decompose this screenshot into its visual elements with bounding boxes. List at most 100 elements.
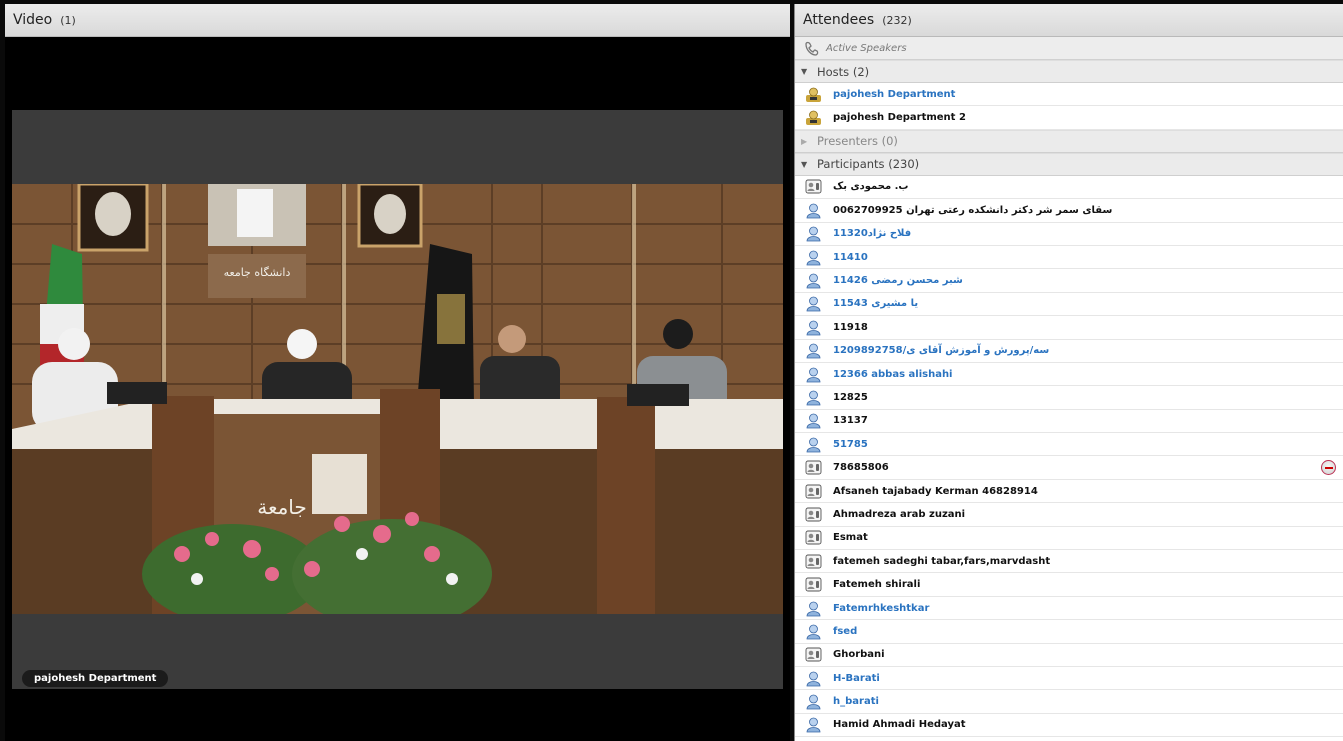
svg-text:دانشگاه جامعه: دانشگاه جامعه [224, 266, 291, 279]
participant-name: 11426 شبر محسن رمضی [833, 275, 963, 287]
phone-user-icon [805, 647, 822, 662]
participant-row[interactable]: 13137 [795, 410, 1343, 434]
participant-row[interactable]: ب. محمودی بک [795, 176, 1343, 200]
participant-name: 12366 abbas alishahi [833, 368, 953, 380]
attendees-pod: Attendees (232) Active Speakers ▼ Hosts … [794, 4, 1343, 741]
participant-name: Fatemeh shirali [833, 579, 921, 591]
user-icon [806, 437, 821, 453]
participant-row[interactable]: 11543 یا مشیری [795, 293, 1343, 317]
host-name: pajohesh Department [833, 88, 956, 100]
participant-row[interactable]: Esmat [795, 527, 1343, 551]
video-pod-header[interactable]: Video (1) [5, 4, 790, 37]
user-icon [806, 343, 821, 359]
phone-user-icon [805, 507, 822, 522]
user-icon [806, 250, 821, 266]
hosts-section-label: Hosts (2) [817, 64, 870, 79]
participant-name: Ghorbani [833, 649, 885, 661]
phone-user-icon [805, 484, 822, 498]
phone-user-icon [805, 180, 822, 194]
video-feed[interactable]: دانشگاه جامعه جامعة [12, 184, 783, 614]
conference-scene-image: دانشگاه جامعه جامعة [12, 184, 783, 614]
presenters-section-label: Presenters (0) [817, 134, 898, 149]
participant-row[interactable]: 11426 شبر محسن رمضی [795, 269, 1343, 293]
hosts-section-header[interactable]: ▼ Hosts (2) [795, 60, 1343, 83]
phone-user-icon [805, 577, 822, 592]
participant-row[interactable]: 1209892758/سه/پرورش و آموزش آقای ی [795, 340, 1343, 363]
collapse-triangle-icon: ▼ [801, 159, 808, 169]
participant-row[interactable]: 51785 [795, 433, 1343, 457]
user-icon [806, 273, 821, 289]
participant-row[interactable]: 12366 abbas alishahi [795, 363, 1343, 387]
hosts-list: pajohesh Department pajohesh Department 2 [795, 83, 1343, 130]
user-icon [806, 203, 821, 219]
host-row[interactable]: pajohesh Department [795, 83, 1343, 107]
participant-row[interactable]: 11410 [795, 246, 1343, 270]
participant-name: Hamid Ahmadi Hedayat [833, 719, 966, 731]
participant-name: 11320فلاح نژاد [833, 228, 912, 240]
participant-row[interactable]: 11918 [795, 316, 1343, 340]
user-icon [806, 718, 821, 733]
participant-row[interactable]: 11320فلاح نژاد [795, 223, 1343, 246]
participants-list: ب. محمودی بک 0062709925 سقای سمر شر دکتر … [795, 176, 1343, 738]
participant-row[interactable]: fsed [795, 620, 1343, 644]
participant-row[interactable]: fatemeh sadeghi tabar,fars,marvdasht [795, 550, 1343, 574]
user-icon [806, 413, 821, 429]
user-icon [806, 624, 821, 640]
participant-row[interactable]: Afsaneh tajabady Kerman 46828914 [795, 480, 1343, 504]
participant-row[interactable]: 12825 [795, 386, 1343, 410]
attendees-pod-count: (232) [882, 13, 912, 27]
host-row[interactable]: pajohesh Department 2 [795, 106, 1343, 130]
participant-name: 1209892758/سه/پرورش و آموزش آقای ی [833, 345, 1050, 357]
presenters-section-header[interactable]: ▶ Presenters (0) [795, 129, 1343, 153]
participant-row[interactable]: Ghorbani [795, 644, 1343, 667]
video-pod-title: Video [13, 12, 53, 28]
participant-row[interactable]: Hamid Ahmadi Hedayat [795, 714, 1343, 738]
participant-name: Afsaneh tajabady Kerman 46828914 [833, 485, 1038, 497]
participant-row[interactable]: 0062709925 سقای سمر شر دکتر دانشکده رعتی… [795, 199, 1343, 223]
phone-user-icon [805, 460, 822, 475]
active-speakers-label: Active Speakers [826, 42, 907, 54]
video-speaker-name-tag: pajohesh Department [22, 670, 169, 687]
expand-triangle-icon: ▶ [801, 136, 808, 146]
participant-row[interactable]: H-Barati [795, 667, 1343, 691]
host-user-icon [806, 87, 821, 102]
participant-name: 13137 [833, 415, 868, 427]
participant-name: h_barati [833, 696, 879, 708]
collapse-triangle-icon: ▼ [801, 67, 808, 76]
status-away-icon[interactable] [1321, 460, 1336, 476]
participant-row[interactable]: 78685806 [795, 456, 1343, 480]
participant-name: 11410 [833, 251, 868, 263]
telephone-icon [805, 41, 819, 56]
participant-name: H-Barati [833, 672, 880, 684]
video-pod-count: (1) [60, 13, 76, 27]
host-user-icon [806, 110, 821, 126]
participant-row[interactable]: Ahmadreza arab zuzani [795, 503, 1343, 527]
user-icon [806, 671, 821, 687]
user-icon [806, 320, 821, 336]
user-icon [806, 367, 821, 382]
video-pod: Video (1) دانشگاه جامعه جامعة pajohesh D… [5, 4, 790, 741]
participant-name: 78685806 [833, 462, 889, 474]
participant-row[interactable]: h_barati [795, 690, 1343, 714]
host-name: pajohesh Department 2 [833, 112, 966, 124]
video-area: دانشگاه جامعه جامعة pajohesh Department [12, 110, 783, 689]
user-icon [806, 226, 821, 242]
participant-name: fatemeh sadeghi tabar,fars,marvdasht [833, 555, 1051, 567]
participant-name: Esmat [833, 532, 868, 544]
participant-row[interactable]: Fatemeh shirali [795, 573, 1343, 597]
user-icon [806, 390, 821, 406]
participant-name: 51785 [833, 438, 868, 450]
participant-name: 11918 [833, 321, 868, 333]
participant-name: Ahmadreza arab zuzani [833, 508, 966, 520]
user-icon [806, 694, 821, 710]
participants-section-label: Participants (230) [817, 157, 920, 172]
participant-row[interactable]: Fatemrhkeshtkar [795, 597, 1343, 621]
participant-name: 0062709925 سقای سمر شر دکتر دانشکده رعتی… [833, 204, 1113, 216]
participant-name: 11543 یا مشیری [833, 298, 919, 310]
participants-section-header[interactable]: ▼ Participants (230) [795, 152, 1343, 176]
participant-name: Fatemrhkeshtkar [833, 602, 930, 614]
active-speakers-bar: Active Speakers [795, 37, 1343, 60]
attendees-pod-header[interactable]: Attendees (232) [795, 4, 1343, 37]
participant-name: ب. محمودی بک [833, 181, 909, 193]
meeting-room: Video (1) دانشگاه جامعه جامعة pajohesh D… [0, 0, 1343, 741]
